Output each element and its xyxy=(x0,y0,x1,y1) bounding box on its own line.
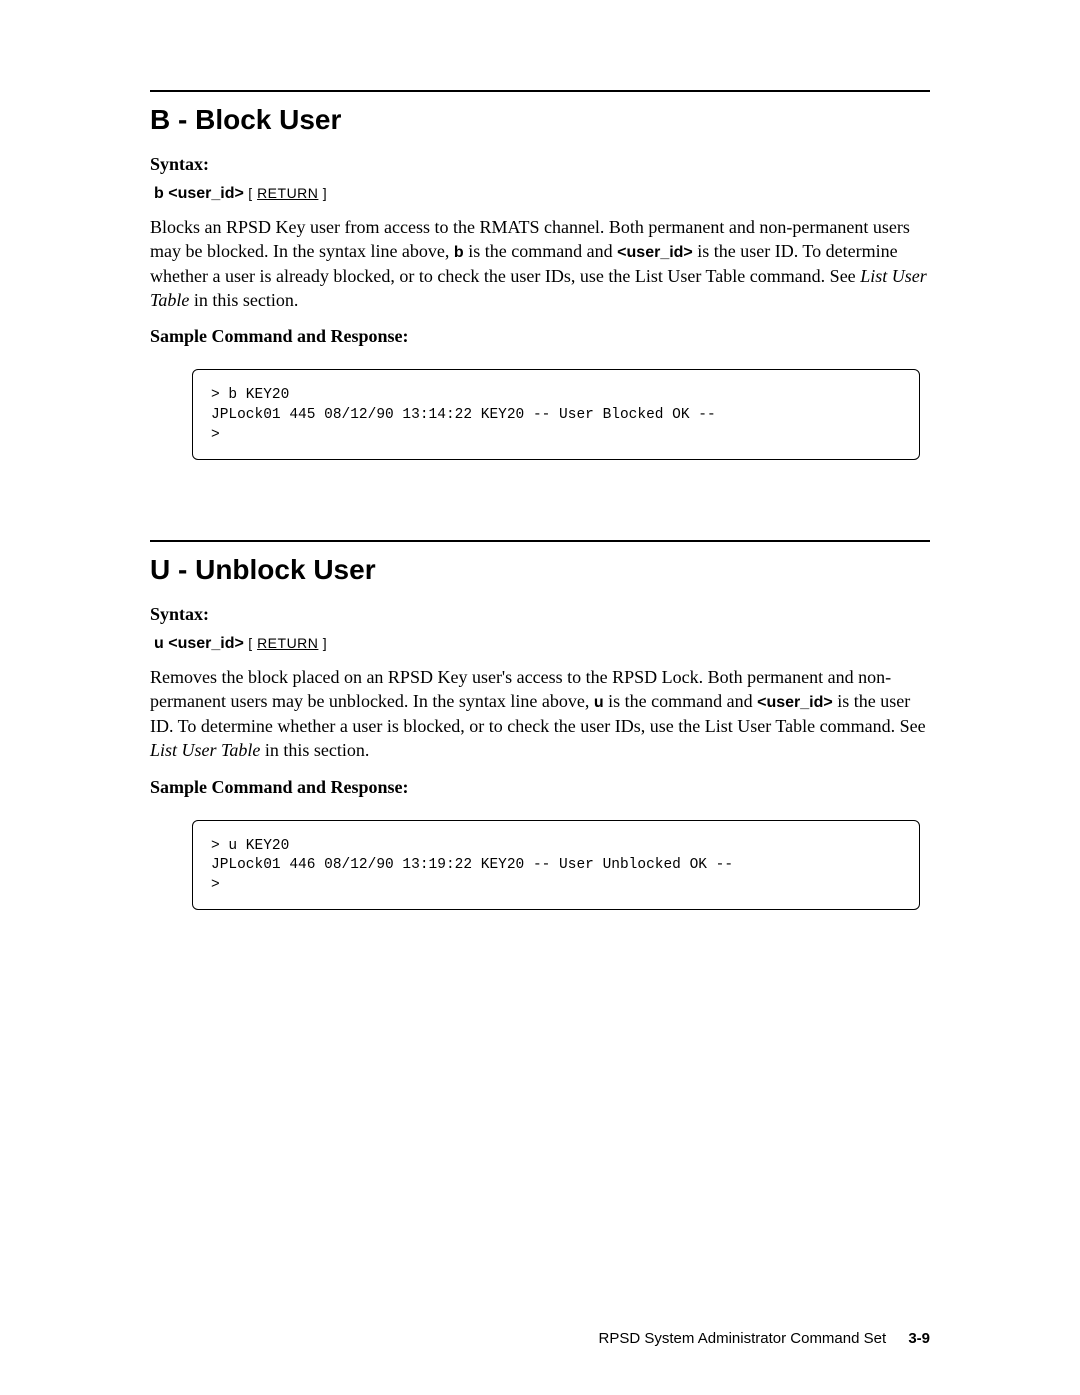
cmd-b-inline: b xyxy=(454,244,464,261)
syntax-line-unblock: u <user_id> [ RETURN ] xyxy=(154,635,930,653)
syntax-line-block: b <user_id> [ RETURN ] xyxy=(154,185,930,203)
section-divider xyxy=(150,90,930,92)
userid-inline: <user_id> xyxy=(617,244,693,261)
return-key: [ RETURN ] xyxy=(248,635,327,651)
desc-text: in this section. xyxy=(260,740,369,760)
section-divider xyxy=(150,540,930,542)
section-title-unblock-user: U - Unblock User xyxy=(150,554,930,586)
sample-label: Sample Command and Response: xyxy=(150,326,930,347)
sample-label: Sample Command and Response: xyxy=(150,777,930,798)
cmd-u-inline: u xyxy=(594,694,604,711)
page-footer: RPSD System Administrator Command Set 3-… xyxy=(599,1330,930,1347)
syntax-label: Syntax: xyxy=(150,604,930,625)
block-user-description: Blocks an RPSD Key user from access to t… xyxy=(150,215,930,312)
code-sample-unblock: > u KEY20 JPLock01 446 08/12/90 13:19:22… xyxy=(192,820,920,911)
desc-text: in this section. xyxy=(189,290,298,310)
bracket-close: ] xyxy=(318,185,327,201)
syntax-command: b <user_id> xyxy=(154,185,244,202)
footer-text: RPSD System Administrator Command Set xyxy=(599,1330,887,1347)
bracket-open: [ xyxy=(248,185,257,201)
syntax-command: u <user_id> xyxy=(154,635,244,652)
desc-text: is the command and xyxy=(464,241,617,261)
desc-text: is the command and xyxy=(604,691,757,711)
bracket-open: [ xyxy=(248,635,257,651)
bracket-close: ] xyxy=(318,635,327,651)
return-label: RETURN xyxy=(257,635,318,651)
return-label: RETURN xyxy=(257,185,318,201)
syntax-label: Syntax: xyxy=(150,154,930,175)
return-key: [ RETURN ] xyxy=(248,185,327,201)
list-user-table-ref: List User Table xyxy=(150,740,260,760)
unblock-user-description: Removes the block placed on an RPSD Key … xyxy=(150,665,930,762)
code-sample-block: > b KEY20 JPLock01 445 08/12/90 13:14:22… xyxy=(192,369,920,460)
userid-inline: <user_id> xyxy=(757,694,833,711)
page-number: 3-9 xyxy=(908,1330,930,1347)
section-title-block-user: B - Block User xyxy=(150,104,930,136)
